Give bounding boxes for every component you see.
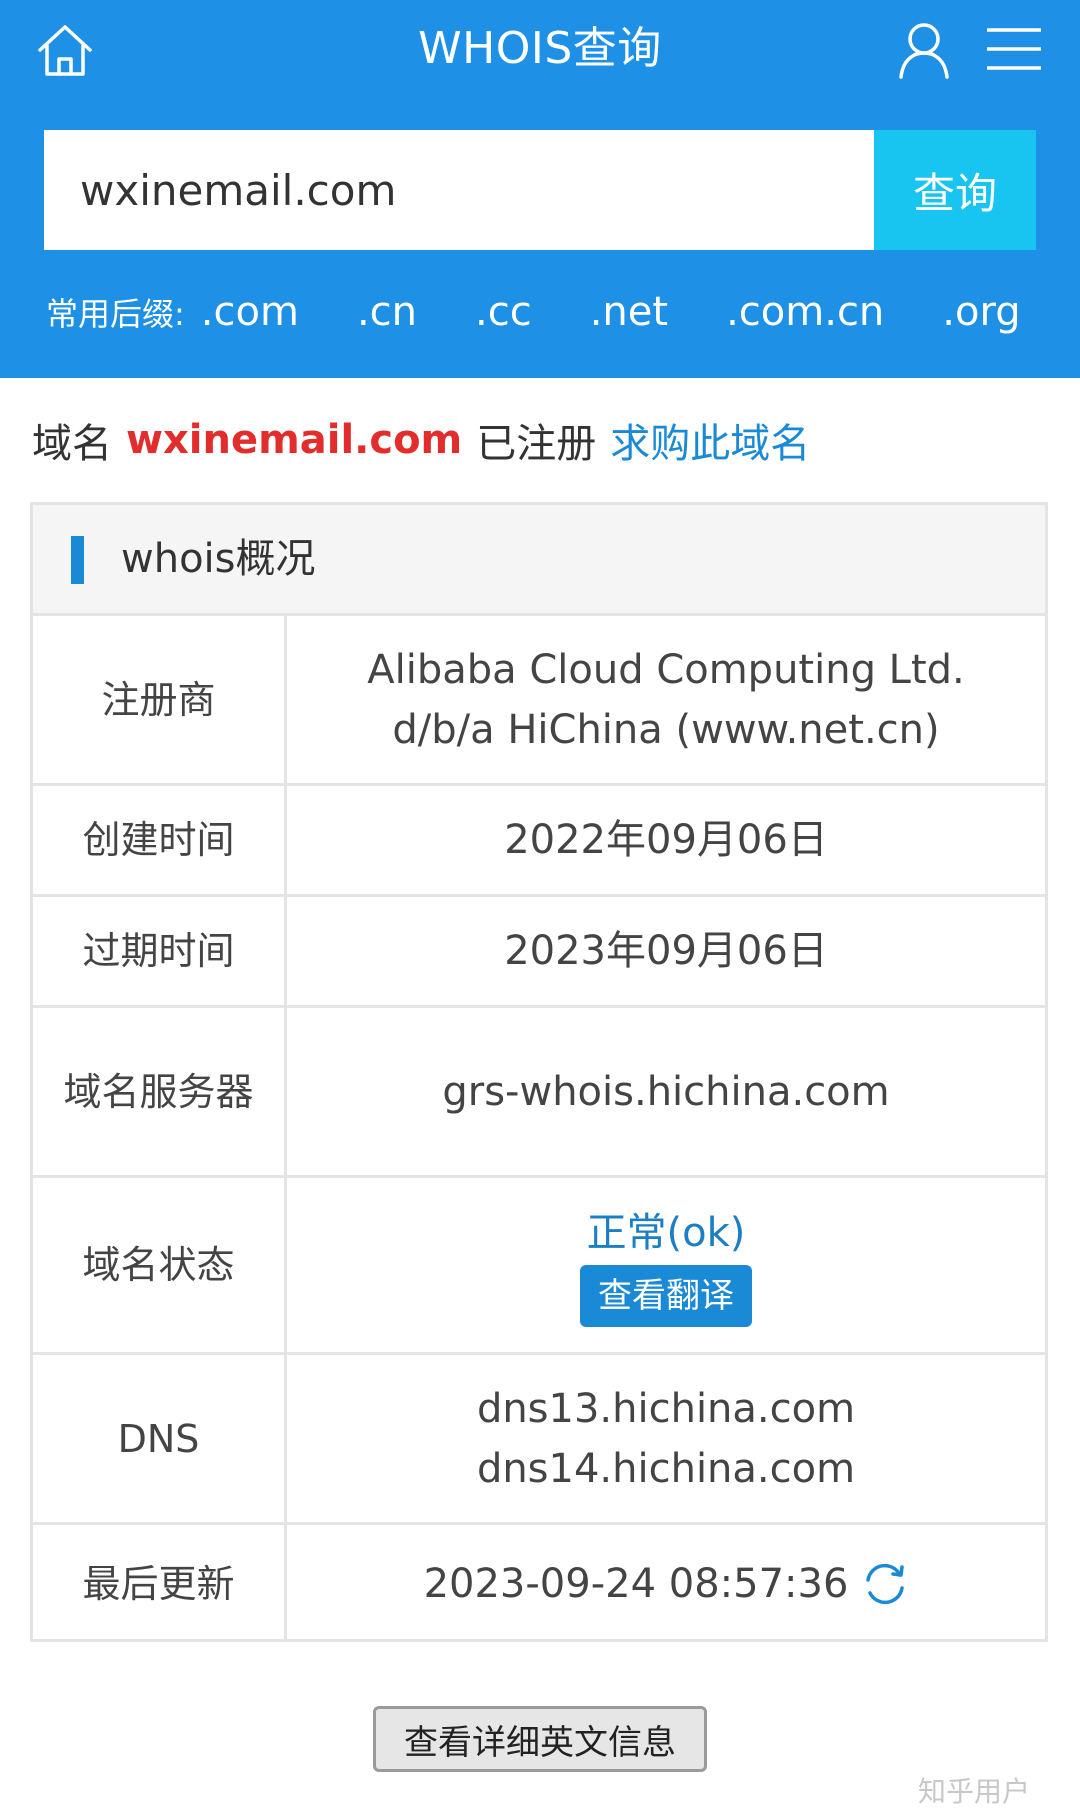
suffix-cc[interactable]: .cc <box>475 289 532 335</box>
updated-line: 2023-09-24 08:57:36 <box>424 1554 909 1614</box>
user-icon[interactable] <box>896 20 952 80</box>
whois-panel: whois概况 注册商 Alibaba Cloud Computing Ltd.… <box>30 502 1048 1642</box>
whois-panel-title: whois概况 <box>121 536 316 582</box>
suffix-list: 常用后缀: .com .cn .cc .net .com.cn .org <box>46 282 1021 342</box>
domain-status-value: 正常(ok) <box>586 1210 746 1256</box>
buy-domain-link[interactable]: 求购此域名 <box>610 411 810 469</box>
whois-row-registrar: 注册商 Alibaba Cloud Computing Ltd. d/b/a H… <box>33 616 1045 786</box>
result-domain: wxinemail.com <box>126 417 463 463</box>
whois-panel-header: whois概况 <box>33 505 1045 616</box>
suffix-label: 常用后缀: <box>46 295 185 333</box>
dns-server: dns13.hichina.com <box>476 1385 856 1432</box>
registrar-value: Alibaba Cloud Computing Ltd. d/b/a HiChi… <box>367 646 965 753</box>
created-date-value: 2022年09月06日 <box>504 817 828 863</box>
status-cell: 正常(ok) 查看翻译 <box>287 1178 1045 1352</box>
dns-server: dns14.hichina.com <box>476 1445 856 1492</box>
search-button[interactable]: 查询 <box>874 130 1036 250</box>
result-status: 已注册 <box>476 421 597 467</box>
top-bar: WHOIS查询 <box>0 0 1080 100</box>
suffix-net[interactable]: .net <box>590 289 668 335</box>
whois-row-created: 创建时间 2022年09月06日 <box>33 786 1045 897</box>
row-label: 最后更新 <box>33 1525 287 1642</box>
search-input[interactable] <box>44 130 874 250</box>
whois-row-expires: 过期时间 2023年09月06日 <box>33 897 1045 1008</box>
row-label: 注册商 <box>33 616 287 783</box>
refresh-icon[interactable] <box>862 1561 908 1607</box>
row-label: 过期时间 <box>33 897 287 1005</box>
whois-row-updated: 最后更新 2023-09-24 08:57:36 <box>33 1525 1045 1642</box>
row-label: 创建时间 <box>33 786 287 894</box>
result-prefix: 域名 <box>32 421 112 467</box>
suffix-org[interactable]: .org <box>942 289 1020 335</box>
header-bar: WHOIS查询 查询 常用后缀: .com .cn .cc .net .com.… <box>0 0 1080 378</box>
expiry-date-value: 2023年09月06日 <box>504 928 828 974</box>
last-updated-value: 2023-09-24 08:57:36 <box>423 1560 849 1607</box>
watermark: 知乎用户 <box>918 1775 1031 1808</box>
whois-server-value: grs-whois.hichina.com <box>442 1068 890 1115</box>
view-english-details-button[interactable]: 查看详细英文信息 <box>373 1706 707 1772</box>
suffix-com[interactable]: .com <box>201 289 299 335</box>
whois-row-dns: DNS dns13.hichina.com dns14.hichina.com <box>33 1355 1045 1525</box>
updated-cell: 2023-09-24 08:57:36 <box>287 1525 1045 1642</box>
menu-icon[interactable] <box>985 26 1043 72</box>
row-label: 域名服务器 <box>33 1008 287 1175</box>
whois-row-status: 域名状态 正常(ok) 查看翻译 <box>33 1178 1045 1355</box>
search-box: 查询 <box>44 130 1036 250</box>
suffix-cn[interactable]: .cn <box>357 289 417 335</box>
dns-cell: dns13.hichina.com dns14.hichina.com <box>287 1355 1045 1522</box>
result-summary: 域名 wxinemail.com 已注册 求购此域名 <box>32 410 810 470</box>
view-translation-button[interactable]: 查看翻译 <box>580 1265 752 1327</box>
row-label: 域名状态 <box>33 1178 287 1352</box>
whois-row-whois-server: 域名服务器 grs-whois.hichina.com <box>33 1008 1045 1178</box>
suffix-com-cn[interactable]: .com.cn <box>726 289 884 335</box>
section-marker <box>71 536 84 584</box>
row-label: DNS <box>33 1355 287 1522</box>
